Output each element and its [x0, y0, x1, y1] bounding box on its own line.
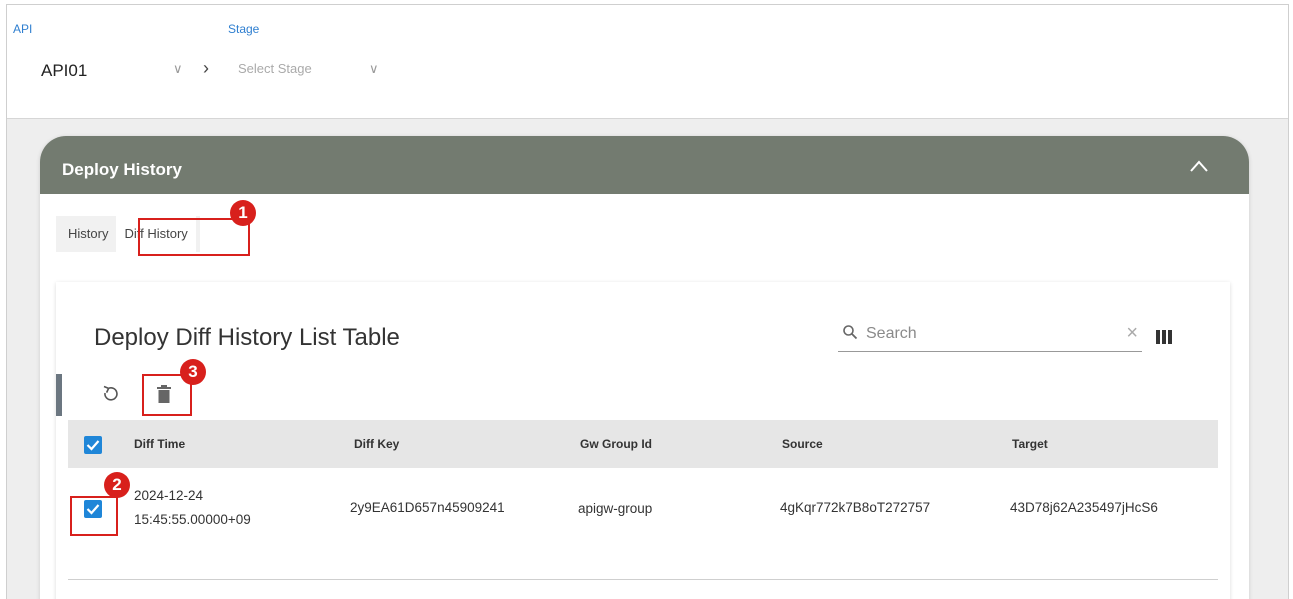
- callout-badge-3: 3: [180, 359, 206, 385]
- card-header[interactable]: Deploy History: [40, 136, 1249, 194]
- stage-label: Stage: [228, 22, 260, 36]
- table-header: Diff Time Diff Key Gw Group Id Source Ta…: [68, 420, 1218, 468]
- column-header-diff-time[interactable]: Diff Time: [134, 437, 185, 451]
- column-header-source[interactable]: Source: [782, 437, 823, 451]
- column-header-target[interactable]: Target: [1012, 437, 1048, 451]
- api-select[interactable]: API01: [41, 61, 87, 81]
- breadcrumb-arrow-icon: ›: [203, 58, 209, 78]
- cell-diff-time-time: 15:45:55.00000+09: [134, 512, 251, 527]
- cell-diff-time-date: 2024-12-24: [134, 488, 204, 503]
- toolbar-accent: [56, 374, 62, 416]
- search-icon: [843, 325, 858, 340]
- cell-target: 43D78j62A235497jHcS6: [1010, 500, 1158, 515]
- callout-box-2: [70, 496, 118, 536]
- clear-icon[interactable]: ×: [1126, 322, 1138, 345]
- checkbox-icon: [86, 440, 100, 451]
- table-title: Deploy Diff History List Table: [94, 324, 400, 351]
- table-row[interactable]: 2024-12-24 15:45:55.00000+09 2y9EA61D657…: [68, 468, 1218, 580]
- callout-box-1: [138, 218, 250, 256]
- search-field: ×: [838, 318, 1142, 352]
- top-bar: API API01 ∨ › Stage Select Stage ∨: [7, 5, 1288, 119]
- refresh-icon[interactable]: [100, 384, 120, 404]
- callout-badge-2: 2: [104, 472, 130, 498]
- diff-history-panel: Deploy Diff History List Table × 3: [56, 282, 1230, 599]
- api-label: API: [13, 22, 33, 36]
- collapse-icon[interactable]: [1189, 158, 1209, 174]
- stage-select[interactable]: Select Stage: [238, 61, 312, 76]
- tab-history[interactable]: History: [60, 216, 116, 252]
- columns-icon[interactable]: [1156, 330, 1172, 344]
- card-title: Deploy History: [62, 160, 182, 179]
- column-header-diff-key[interactable]: Diff Key: [354, 437, 399, 451]
- cell-gw-group-id: apigw-group: [578, 501, 653, 516]
- cell-diff-key: 2y9EA61D657n45909241: [350, 500, 505, 515]
- callout-badge-1: 1: [230, 200, 256, 226]
- chevron-down-icon[interactable]: ∨: [173, 61, 183, 77]
- deploy-history-card: Deploy History History Diff History 1 De…: [40, 136, 1249, 599]
- cell-source: 4gKqr772k7B8oT272757: [780, 500, 931, 515]
- column-header-gw-group-id[interactable]: Gw Group Id: [580, 437, 652, 451]
- select-all-checkbox[interactable]: [84, 436, 102, 454]
- chevron-down-icon[interactable]: ∨: [369, 61, 379, 77]
- search-input[interactable]: [866, 320, 1106, 348]
